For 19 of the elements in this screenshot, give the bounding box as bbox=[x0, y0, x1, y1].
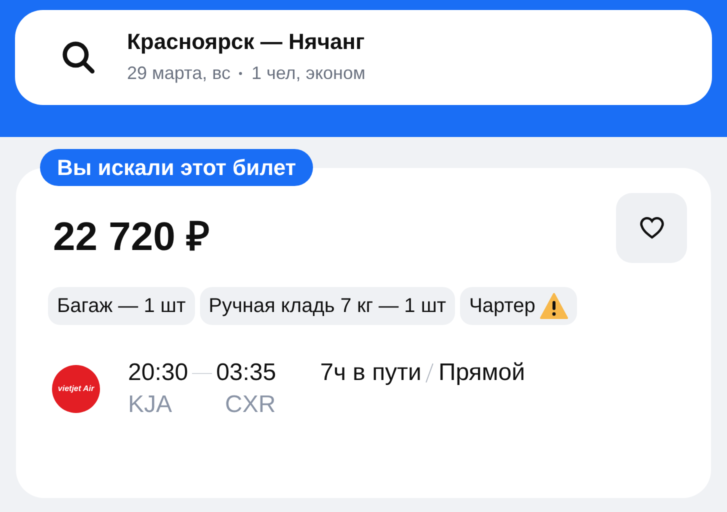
arrival-time: 03:35 bbox=[216, 358, 276, 388]
flight-stops: Прямой bbox=[438, 358, 526, 388]
tag-label: Ручная кладь 7 кг — 1 шт bbox=[208, 294, 446, 319]
departure-airport: KJA bbox=[128, 390, 174, 420]
tag-label: Багаж — 1 шт bbox=[57, 294, 186, 319]
route-line bbox=[192, 372, 212, 374]
searched-badge: Вы искали этот билет bbox=[40, 149, 314, 186]
airline-logo-text: vietjet Air bbox=[58, 383, 94, 395]
arrival-airport: CXR bbox=[225, 390, 276, 420]
search-card[interactable]: Красноярск — Нячанг 29 марта, вс 1 чел, эконом bbox=[15, 10, 712, 105]
search-details: 29 марта, вс bbox=[127, 62, 230, 85]
search-details: 1 чел, эконом bbox=[251, 62, 366, 85]
warning-icon bbox=[540, 293, 568, 319]
ticket-price: 22 720 ₽ bbox=[53, 214, 210, 261]
departure-time: 20:30 bbox=[128, 358, 188, 388]
tag-label: Чартер bbox=[469, 294, 536, 319]
favorite-button[interactable] bbox=[616, 193, 687, 263]
flight-duration: 7ч в пути bbox=[320, 358, 422, 388]
route-title: Красноярск — Нячанг bbox=[127, 28, 366, 56]
